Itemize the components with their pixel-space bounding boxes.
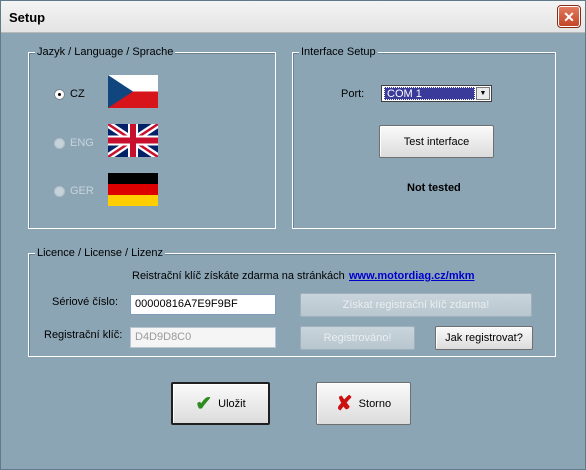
registered-button[interactable]: Registrováno! xyxy=(300,326,415,350)
close-icon: ✕ xyxy=(563,8,575,25)
czech-flag xyxy=(108,75,158,108)
licence-group-label: Licence / License / Lizenz xyxy=(35,247,165,260)
window-title: Setup xyxy=(9,10,46,25)
port-label: Port: xyxy=(341,88,365,100)
language-radio-cz[interactable] xyxy=(54,89,65,100)
get-registration-key-button-label: Získat registrační klíč zdarma! xyxy=(342,299,490,311)
registered-button-label: Registrováno! xyxy=(323,332,392,344)
test-interface-button[interactable]: Test interface xyxy=(379,125,494,158)
interface-group-label: Interface Setup xyxy=(299,46,378,59)
setup-window: Setup ✕ Jazyk / Language / Sprache CZ EN… xyxy=(0,0,586,470)
registration-key-label: Registrační klíč: xyxy=(44,329,123,341)
close-button[interactable]: ✕ xyxy=(557,5,581,28)
port-select-value: COM 1 xyxy=(384,87,475,100)
cancel-button[interactable]: ✘ Storno xyxy=(316,382,411,425)
title-bar[interactable]: Setup ✕ xyxy=(1,1,585,33)
x-icon: ✘ xyxy=(335,392,353,415)
serial-number-field[interactable]: 00000816A7E9F9BF xyxy=(130,294,276,315)
port-select[interactable]: COM 1 ▼ xyxy=(381,85,492,102)
save-button-label: Uložit xyxy=(218,397,246,410)
german-flag xyxy=(108,173,158,206)
save-button[interactable]: ✔ Uložit xyxy=(171,382,270,425)
licence-website-link[interactable]: www.motordiag.cz/mkm xyxy=(349,270,475,282)
get-registration-key-button[interactable]: Získat registrační klíč zdarma! xyxy=(300,293,532,317)
language-label-ger[interactable]: GER xyxy=(70,185,94,197)
language-group-label: Jazyk / Language / Sprache xyxy=(35,46,176,59)
language-radio-ger[interactable] xyxy=(54,186,65,197)
registration-key-field[interactable]: D4D9D8C0 xyxy=(130,327,276,348)
serial-number-label: Sériové číslo: xyxy=(52,296,119,308)
interface-status: Not tested xyxy=(407,182,461,194)
checkmark-icon: ✔ xyxy=(195,392,213,415)
chevron-down-icon[interactable]: ▼ xyxy=(476,87,490,100)
how-to-register-button[interactable]: Jak registrovat? xyxy=(435,326,533,350)
language-radio-eng[interactable] xyxy=(54,138,65,149)
cancel-button-label: Storno xyxy=(358,397,392,410)
licence-info-text: Reistrační klíč získáte zdarma na stránk… xyxy=(132,270,345,282)
language-label-cz[interactable]: CZ xyxy=(70,88,85,100)
how-to-register-button-label: Jak registrovat? xyxy=(445,332,523,344)
uk-flag xyxy=(108,124,158,157)
language-label-eng[interactable]: ENG xyxy=(70,137,94,149)
test-interface-button-label: Test interface xyxy=(403,135,470,148)
